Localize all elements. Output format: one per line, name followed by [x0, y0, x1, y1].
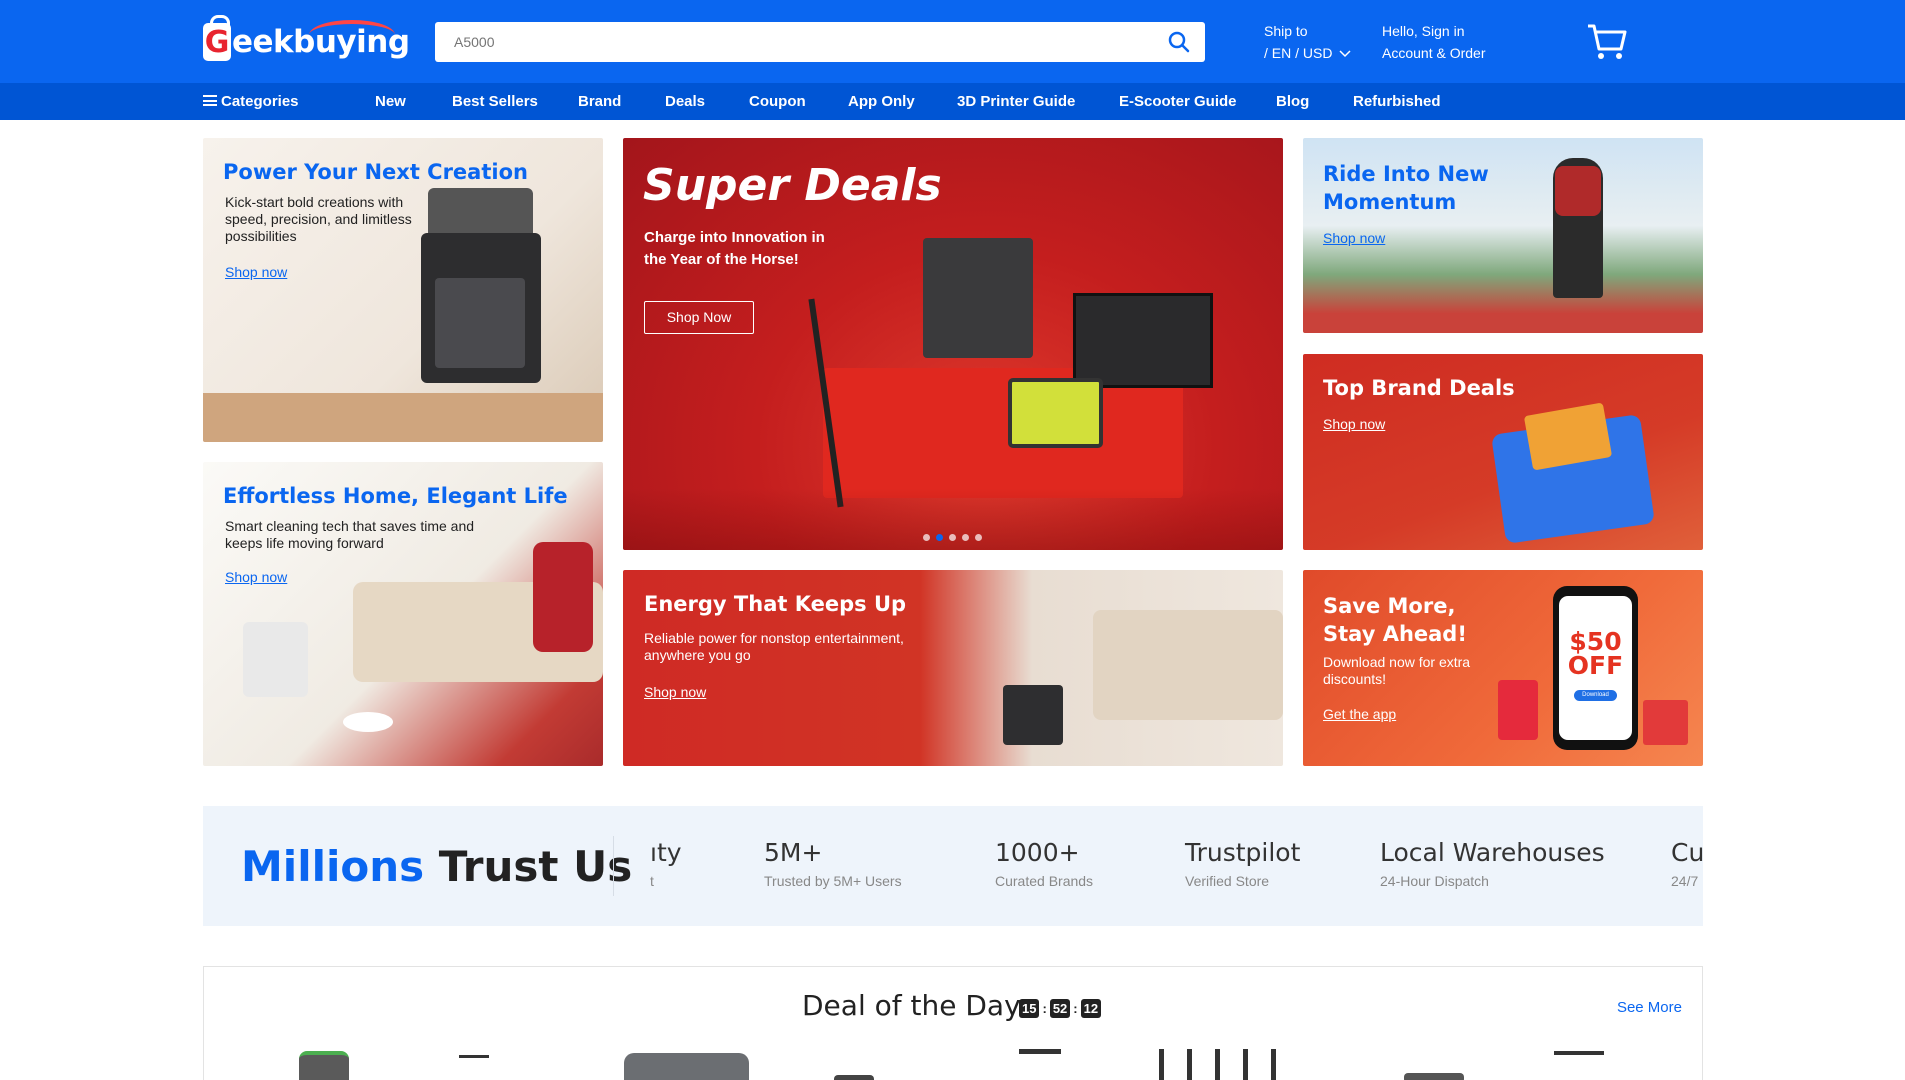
trust-stat-warehouses: Local Warehouses 24-Hour Dispatch: [1380, 838, 1605, 889]
nav-categories[interactable]: Categories: [203, 83, 299, 120]
trust-stat-support-partial: Cu 24/7: [1671, 838, 1703, 889]
main-nav: Categories New Best Sellers Brand Deals …: [0, 83, 1905, 120]
shop-now-link[interactable]: Shop now: [1323, 416, 1385, 432]
trust-stat-partial: ıty t: [650, 838, 682, 889]
cart-icon[interactable]: [1587, 23, 1627, 61]
product-thumbnail[interactable]: [1159, 1049, 1289, 1080]
nav-3d-printer-guide[interactable]: 3D Printer Guide: [957, 83, 1075, 120]
countdown-timer: 15 : 52 : 12: [1019, 999, 1102, 1018]
nav-blog[interactable]: Blog: [1276, 83, 1309, 120]
ship-to-selector[interactable]: Ship to / EN / USD: [1264, 20, 1351, 64]
carousel-dot-active[interactable]: [936, 534, 943, 541]
deal-of-the-day-section: Deal of the Day 15 : 52 : 12 See More: [203, 966, 1703, 1080]
product-thumbnail[interactable]: [1019, 1049, 1061, 1080]
product-thumbnail[interactable]: [299, 1051, 349, 1080]
shop-now-link[interactable]: Shop now: [644, 684, 706, 700]
product-thumbnail[interactable]: [834, 1075, 874, 1080]
carousel-dots: [923, 534, 982, 541]
carousel-dot[interactable]: [975, 534, 982, 541]
nav-app-only[interactable]: App Only: [848, 83, 915, 120]
see-more-link[interactable]: See More: [1617, 999, 1682, 1016]
divider: [613, 836, 614, 896]
banner-e-scooter[interactable]: Ride Into New Momentum Shop now: [1303, 138, 1703, 333]
site-header: G eekbuying Ship to / EN / USD Hello, Si…: [0, 0, 1905, 83]
nav-e-scooter-guide[interactable]: E-Scooter Guide: [1119, 83, 1237, 120]
shopping-bags-image: [1498, 680, 1538, 740]
nav-new[interactable]: New: [375, 83, 406, 120]
nav-brand[interactable]: Brand: [578, 83, 621, 120]
banner-top-brand-deals[interactable]: Top Brand Deals Shop now: [1303, 354, 1703, 550]
carousel-dot[interactable]: [962, 534, 969, 541]
search-input[interactable]: [435, 22, 1135, 62]
banner-home-cleaning[interactable]: Effortless Home, Elegant Life Smart clea…: [203, 462, 603, 766]
product-thumbnail[interactable]: [459, 1055, 489, 1080]
timer-seconds: 12: [1080, 999, 1102, 1018]
timer-minutes: 52: [1049, 999, 1071, 1018]
trust-stat-trustpilot: Trustpilot Verified Store: [1185, 838, 1301, 889]
product-thumbnail[interactable]: [624, 1053, 749, 1080]
nav-deals[interactable]: Deals: [665, 83, 705, 120]
hamburger-menu-icon: [203, 95, 217, 107]
timer-hours: 15: [1019, 999, 1040, 1018]
banner-power-station[interactable]: Energy That Keeps Up Reliable power for …: [623, 570, 1283, 766]
product-thumbnail[interactable]: [1554, 1051, 1604, 1080]
carousel-dot[interactable]: [923, 534, 930, 541]
geekbuying-logo[interactable]: G eekbuying: [203, 15, 410, 68]
trust-title: Millions Trust Us: [241, 842, 633, 891]
shop-now-link[interactable]: Shop now: [1323, 230, 1385, 246]
carousel-dot[interactable]: [949, 534, 956, 541]
nav-coupon[interactable]: Coupon: [749, 83, 806, 120]
banner-super-deals[interactable]: Super Deals Charge into Innovation in th…: [623, 138, 1283, 550]
shop-now-link[interactable]: Shop now: [225, 569, 287, 585]
deal-title: Deal of the Day: [802, 989, 1021, 1022]
banner-app-download[interactable]: $50 OFF Download Save More, Stay Ahead! …: [1303, 570, 1703, 766]
trust-strip: Millions Trust Us ıty t 5M+ Trusted by 5…: [203, 806, 1703, 926]
family-living-room-image: [1093, 610, 1283, 720]
trust-stat-brands: 1000+ Curated Brands: [995, 838, 1094, 889]
chevron-down-icon: [1339, 50, 1351, 58]
banner-3d-printer[interactable]: Power Your Next Creation Kick-start bold…: [203, 138, 603, 442]
shop-now-button[interactable]: Shop Now: [644, 301, 754, 334]
nav-refurbished[interactable]: Refurbished: [1353, 83, 1441, 120]
nav-best-sellers[interactable]: Best Sellers: [452, 83, 538, 120]
get-the-app-link[interactable]: Get the app: [1323, 706, 1396, 722]
trust-stat-users: 5M+ Trusted by 5M+ Users: [764, 838, 902, 889]
search-icon[interactable]: [1167, 30, 1191, 54]
shop-now-link[interactable]: Shop now: [225, 264, 287, 280]
shopping-bag-logo-icon: G: [203, 15, 231, 61]
product-thumbnail[interactable]: [1404, 1073, 1464, 1080]
logo-arc-decoration: [309, 20, 395, 50]
account-sign-in[interactable]: Hello, Sign in Account & Order: [1382, 20, 1486, 64]
search-bar: [435, 22, 1205, 62]
phone-image: $50 OFF Download: [1553, 586, 1638, 750]
